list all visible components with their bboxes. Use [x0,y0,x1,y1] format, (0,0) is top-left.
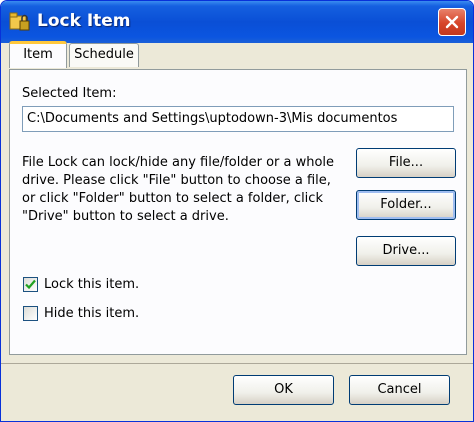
close-button[interactable] [438,8,466,36]
hide-checkbox[interactable] [23,306,38,321]
check-icon [25,279,36,290]
description-line: File Lock can lock/hide any file/folder … [22,155,335,170]
tab-schedule[interactable]: Schedule [69,43,139,67]
window-title: Lock Item [37,11,131,31]
hide-label[interactable]: Hide this item. [44,306,139,321]
description-text: File Lock can lock/hide any file/folder … [22,154,352,226]
title-bar[interactable]: Lock Item [1,1,473,43]
drive-button[interactable]: Drive... [356,236,456,266]
ok-button[interactable]: OK [233,375,334,405]
footer-divider [1,363,473,364]
description-line: drive. Please click "File" button to cho… [22,173,331,188]
item-panel: Selected Item: C:\Documents and Settings… [9,69,467,355]
tab-item[interactable]: Item [9,41,67,68]
close-icon [445,15,459,29]
folder-button[interactable]: Folder... [356,190,456,220]
file-button[interactable]: File... [356,148,456,178]
lock-label[interactable]: Lock this item. [44,277,139,292]
selected-item-label: Selected Item: [22,86,117,101]
lock-item-dialog: Lock Item Item Schedule Selected Item: C… [0,0,474,422]
cancel-button[interactable]: Cancel [349,375,450,405]
description-line: "Drive" button to select a drive. [22,209,229,224]
lock-checkbox[interactable] [23,277,38,292]
selected-path-field[interactable]: C:\Documents and Settings\uptodown-3\Mis… [22,106,454,132]
description-line: or click "Folder" button to select a fol… [22,191,323,206]
lock-folder-icon [9,10,31,32]
